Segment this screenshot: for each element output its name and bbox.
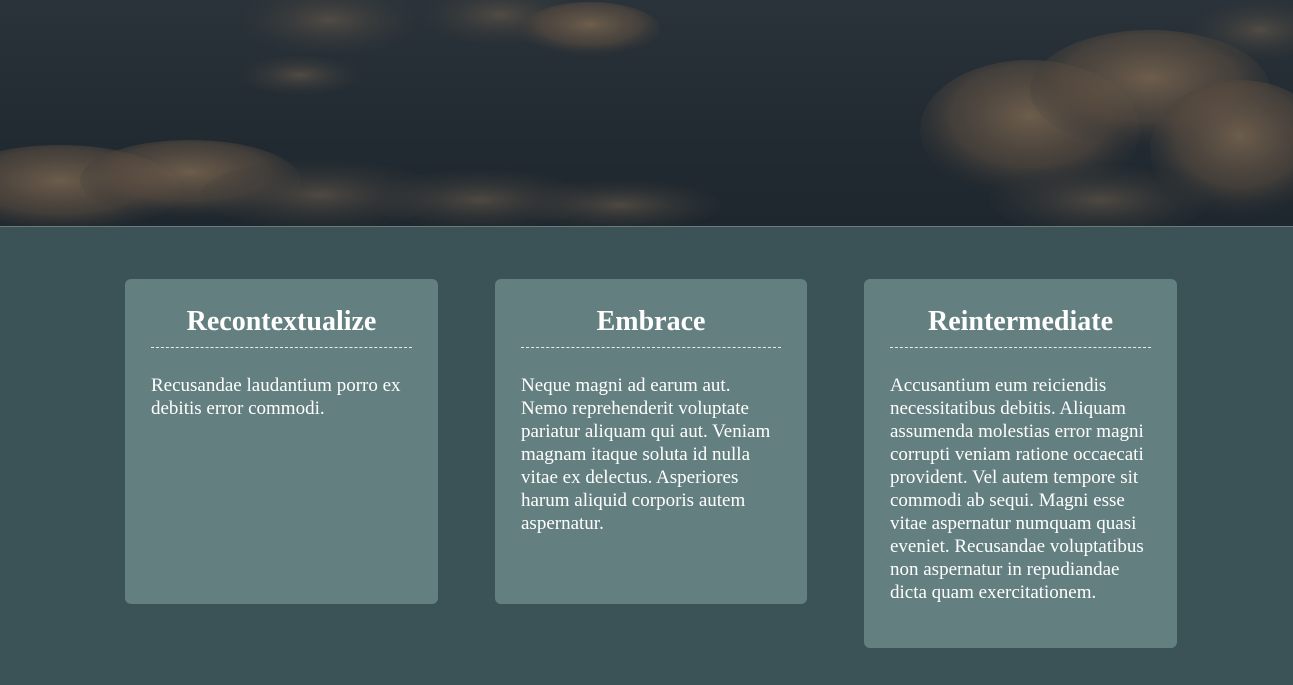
feature-cards: Recontextualize Recusandae laudantium po… [125,279,1177,679]
card-body: Accusantium eum reiciendis necessitatibu… [890,375,1144,603]
hero-banner [0,0,1293,227]
card-title: Recontextualize [151,303,412,348]
feature-card: Recontextualize Recusandae laudantium po… [125,279,438,604]
card-title: Embrace [521,303,781,348]
card-body: Recusandae laudantium porro ex debitis e… [151,375,401,419]
feature-card: Reintermediate Accusantium eum reiciendi… [864,279,1177,648]
card-title: Reintermediate [890,303,1151,348]
card-body: Neque magni ad earum aut. Nemo reprehend… [521,375,771,534]
feature-card: Embrace Neque magni ad earum aut. Nemo r… [495,279,807,604]
cloudy-sky-image [0,0,1293,226]
